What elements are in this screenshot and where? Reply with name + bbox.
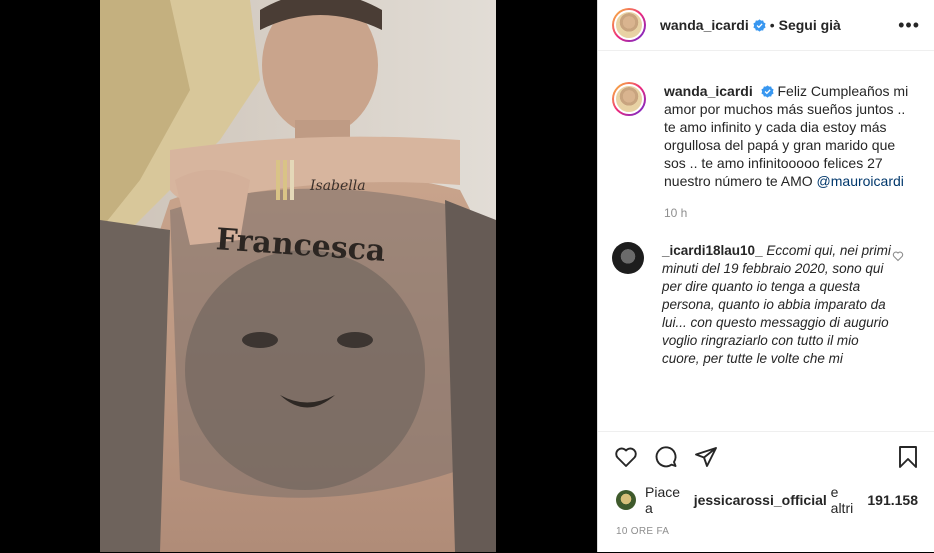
- comment-button[interactable]: [654, 445, 678, 469]
- more-options-icon[interactable]: •••: [898, 15, 920, 36]
- separator-dot: •: [769, 17, 775, 33]
- likes-middle: e altri: [830, 484, 854, 516]
- likes-count[interactable]: 191.158: [867, 492, 918, 508]
- share-icon: [695, 447, 717, 467]
- post-sidebar: wanda_icardi • Segui già ••• wanda_icard…: [597, 0, 934, 552]
- like-button[interactable]: [614, 445, 638, 469]
- comment: _icardi18lau10_ Eccomi qui, nei primi mi…: [598, 220, 934, 368]
- caption-verified-icon: [761, 85, 774, 98]
- likes-prefix: Piace a: [645, 484, 681, 516]
- comment-icon: [655, 446, 677, 468]
- post-footer: Piace a jessicarossi_official e altri 19…: [598, 431, 934, 553]
- share-button[interactable]: [694, 445, 718, 469]
- post-header: wanda_icardi • Segui già •••: [598, 0, 934, 51]
- author-username[interactable]: wanda_icardi: [660, 17, 749, 33]
- verified-icon: [753, 18, 766, 32]
- caption-text-block: wanda_icardi Feliz Cumpleaños mi amor po…: [664, 82, 914, 190]
- likes-summary: Piace a jessicarossi_official e altri 19…: [598, 472, 934, 516]
- caption-author-avatar[interactable]: [612, 82, 646, 116]
- bookmark-icon: [899, 446, 917, 468]
- action-bar: [598, 432, 934, 472]
- caption-time: 10 h: [664, 206, 688, 220]
- comment-like-heart-icon[interactable]: [892, 250, 904, 262]
- liker-username[interactable]: jessicarossi_official: [694, 492, 827, 508]
- author-avatar[interactable]: [612, 8, 646, 42]
- post-date[interactable]: 10 ORE FA: [598, 516, 934, 537]
- liker-avatar[interactable]: [616, 490, 636, 510]
- caption: wanda_icardi Feliz Cumpleaños mi amor po…: [598, 52, 934, 190]
- post-photo-illustration: Isabella Francesca: [100, 0, 496, 552]
- commenter-avatar[interactable]: [612, 242, 644, 274]
- comment-text-block: _icardi18lau10_ Eccomi qui, nei primi mi…: [662, 242, 892, 368]
- caption-username[interactable]: wanda_icardi: [664, 83, 753, 99]
- following-button[interactable]: Segui già: [779, 17, 841, 33]
- comment-text: Eccomi qui, nei primi minuti del 19 febb…: [662, 243, 891, 366]
- heart-icon: [615, 447, 637, 467]
- post-photo: Isabella Francesca: [100, 0, 496, 552]
- commenter-username[interactable]: _icardi18lau10_: [662, 243, 763, 258]
- comments-area[interactable]: wanda_icardi Feliz Cumpleaños mi amor po…: [598, 52, 934, 430]
- caption-mention-link[interactable]: @mauroicardi: [817, 173, 904, 189]
- save-button[interactable]: [896, 445, 920, 469]
- arm-tattoo-text: Isabella: [309, 178, 366, 194]
